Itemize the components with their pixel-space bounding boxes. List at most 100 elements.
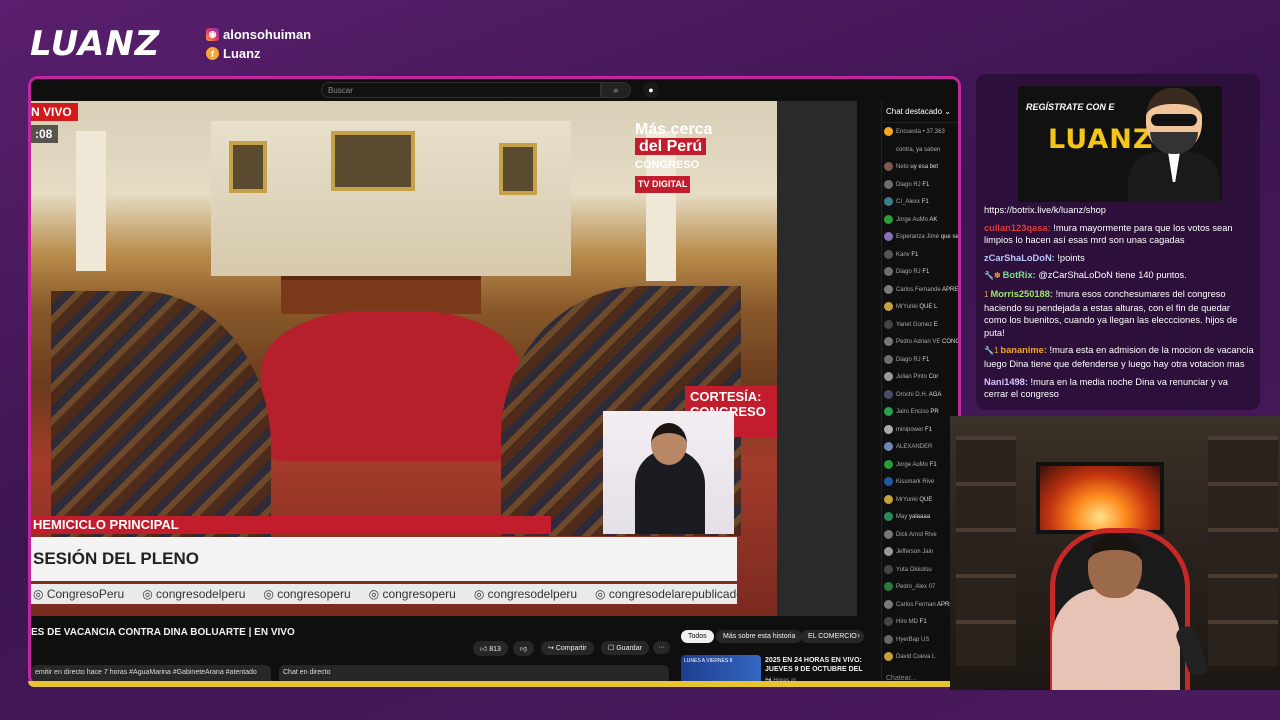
browser-window: Buscar ⌕ ● N VIVO :08 Más cerca del Perú… <box>28 76 961 686</box>
video-title: ES DE VACANCIA CONTRA DINA BOLUARTE | EN… <box>31 627 295 638</box>
chat-author: David Cueva L <box>896 654 936 661</box>
chevron-down-icon: ⌄ <box>944 107 951 116</box>
chat-row: MrYunki QUE <box>884 494 958 504</box>
chat-message: 🔧1 bananime: !mura esta en admision de la… <box>984 344 1254 370</box>
chat-author: MrYunki <box>896 496 918 503</box>
sign-language-interpreter <box>603 411 734 534</box>
avatar <box>884 599 893 609</box>
chat-text: https://botrix.live/k/luanz/shop <box>984 205 1106 215</box>
instagram-icon: ◉ <box>206 28 219 41</box>
chip-todos[interactable]: Todos <box>681 630 714 643</box>
chat-row: Carlos Ferman APRESADA PA <box>884 599 958 609</box>
chat-row: May yalaaaa <box>884 512 958 521</box>
chat-message: Nani1498: !mura en la media noche Dina v… <box>984 376 1254 401</box>
chat-author: HyerBap US <box>896 636 930 643</box>
avatar <box>884 582 893 591</box>
chat-author: Kissmark Rive <box>896 479 935 486</box>
avatar <box>884 564 893 574</box>
chat-author: Pedro_Alex 07 <box>896 584 936 591</box>
chat-username: bananime: <box>1000 345 1047 356</box>
chat-header[interactable]: Chat destacado ⌄ <box>882 101 958 123</box>
chat-message: https://botrix.live/k/luanz/shop <box>984 204 1254 217</box>
chat-row: Kanv F1 <box>884 249 958 259</box>
chat-row: Orochi D.H. AGA <box>884 389 958 399</box>
chat-row: Esperanza Jimé que ser venezu <box>884 232 958 241</box>
sponsor-banner[interactable]: REGÍSTRATE CON E LUANZ <box>1018 86 1222 202</box>
social-handle: congresodelperu <box>142 587 245 601</box>
chat-row: David Cueva L <box>884 652 958 661</box>
video-letterbox <box>777 101 857 616</box>
chat-message: 1 Morris250188: !mura esos conchesumares … <box>984 288 1254 339</box>
avatar <box>884 354 893 364</box>
more-button[interactable]: ··· <box>653 641 670 654</box>
mic-icon[interactable]: ● <box>643 82 659 98</box>
avatar <box>884 197 893 206</box>
chevron-right-icon[interactable]: › <box>857 630 860 640</box>
chat-text: F1 <box>919 619 927 626</box>
chip-more-story[interactable]: Más sobre esta historia <box>716 630 803 643</box>
chat-row: Diago RJ F1 <box>884 267 958 276</box>
save-button[interactable]: ☐ Guardar <box>601 641 649 655</box>
chat-author: Neto <box>896 164 909 171</box>
share-button[interactable]: ↪ Compartir <box>541 641 594 655</box>
instagram-label: alonsohuiman <box>223 27 312 42</box>
chat-author: Orochi D.H. <box>896 391 928 398</box>
chat-author: Dick Arnol Rive <box>896 531 937 538</box>
facebook-handle: f Luanz <box>206 46 261 61</box>
chat-row: Jorge AuMo F1 <box>884 459 958 469</box>
banner-text: REGÍSTRATE CON E <box>1026 102 1115 112</box>
dislike-button[interactable]: 👎︎ <box>513 641 535 656</box>
social-handle: congresoperu <box>369 587 455 601</box>
social-handle: congresodelperu <box>474 587 577 601</box>
portrait-painting <box>229 141 267 193</box>
webcam-feed <box>950 416 1280 690</box>
lower-third-top: HEMICICLO PRINCIPAL <box>31 516 551 534</box>
share-label: Compartir <box>555 645 587 652</box>
avatar <box>884 144 893 154</box>
chat-text: F1 <box>911 251 919 258</box>
chat-row: Dick Arnol Rive <box>884 529 958 539</box>
chat-text: @zCarShaLoDoN tiene 140 puntos. <box>1035 270 1187 281</box>
chat-row: minipower F1 <box>884 424 958 434</box>
chat-author: Diago RJ <box>896 181 921 188</box>
avatar <box>884 249 893 259</box>
like-button[interactable]: 👍︎ 813 <box>473 641 508 656</box>
avatar <box>884 267 893 276</box>
chat-author: minipower <box>896 426 924 433</box>
stream-chat-panel: REGÍSTRATE CON E LUANZ https://botrix.li… <box>976 74 1260 410</box>
chat-author: Jefferson Jain <box>896 549 934 556</box>
save-label: Guardar <box>616 645 642 652</box>
streamer-head <box>1088 534 1142 598</box>
chat-row: HyerBap US <box>884 634 958 644</box>
avatar <box>884 127 893 136</box>
chat-text: AGA <box>928 391 942 398</box>
chat-author: CI_Alexx <box>896 199 921 206</box>
bookshelf-right <box>1208 436 1278 666</box>
channel-overlay: Más cerca del Perú CONGRESO TV DIGITAL <box>635 121 745 193</box>
chip-el-comercio[interactable]: EL COMERCIO <box>801 630 864 643</box>
chat-row: Neto uy esa bet <box>884 162 958 171</box>
search-icon[interactable]: ⌕ <box>601 82 631 98</box>
social-handle: congresodelarepublicadelperu <box>595 587 737 601</box>
chat-author: Yuta Okkotsu <box>896 566 932 573</box>
overlay-line2: del Perú <box>635 138 707 155</box>
badge-icon: 🔧1 <box>984 346 999 356</box>
avatar <box>884 617 893 626</box>
chat-text: F1 <box>922 181 930 188</box>
chat-text: E <box>933 321 938 328</box>
avatar <box>884 512 893 521</box>
chat-message: zCarShaLoDoN: !points <box>984 252 1254 265</box>
chat-text: APRESADA PAR <box>942 286 958 293</box>
chat-author: May <box>896 514 908 521</box>
chat-username: BotRix: <box>1002 270 1036 281</box>
video-player[interactable]: N VIVO :08 Más cerca del Perú CONGRESO T… <box>31 101 777 616</box>
avatar <box>884 494 893 504</box>
search-input[interactable]: Buscar <box>321 82 601 98</box>
chat-text: Cor <box>928 374 939 381</box>
avatar <box>884 652 893 661</box>
live-badge: N VIVO <box>31 103 78 121</box>
chat-author: Carlos Ferman <box>896 601 936 608</box>
chat-header-label: Chat destacado <box>886 107 943 116</box>
chat-text: QUE L <box>919 304 938 311</box>
chat-username: zCarShaLoDoN: <box>984 252 1055 263</box>
